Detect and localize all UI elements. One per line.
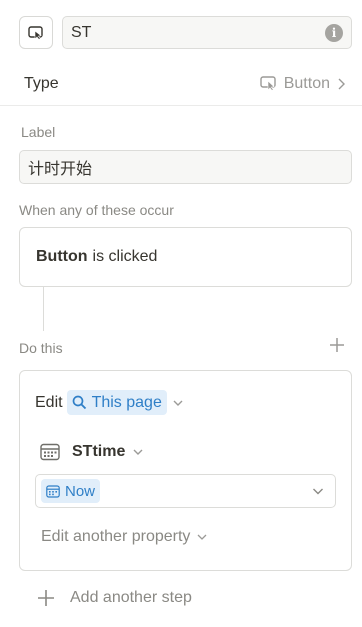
calendar-icon <box>46 484 60 498</box>
button-icon-picker[interactable] <box>19 16 53 49</box>
button-name-input[interactable]: ST i <box>62 16 352 49</box>
calendar-icon <box>40 443 60 461</box>
chevron-down-icon <box>313 488 323 495</box>
trigger-subject: Button <box>36 248 88 265</box>
edit-target-row: Edit This page <box>35 389 185 416</box>
trigger-card[interactable]: Button is clicked <box>19 227 352 287</box>
target-pill[interactable]: This page <box>66 390 167 415</box>
type-label: Type <box>24 74 59 92</box>
info-icon[interactable]: i <box>325 24 343 42</box>
step-connector <box>43 287 44 331</box>
property-name: STtime <box>72 443 126 460</box>
target-label: This page <box>91 393 162 411</box>
plus-icon <box>38 590 54 606</box>
search-icon <box>72 395 86 410</box>
plus-icon <box>330 338 344 352</box>
value-pill: Now <box>41 479 101 503</box>
cursor-click-icon <box>28 25 43 40</box>
label-heading: Label <box>21 124 56 140</box>
chevron-right-icon <box>338 78 345 89</box>
trigger-heading: When any of these occur <box>19 202 174 218</box>
button-name-value: ST <box>71 23 92 41</box>
edit-another-label: Edit another property <box>41 528 191 545</box>
label-input[interactable]: 计时开始 <box>19 150 352 184</box>
trigger-predicate: is clicked <box>92 248 158 265</box>
add-another-step-button[interactable]: Add another step <box>36 585 192 611</box>
type-value-label: Button <box>283 74 330 92</box>
type-row[interactable]: Type Button <box>0 62 362 106</box>
chevron-down-icon <box>133 449 143 455</box>
value-pill-label: Now <box>65 482 96 500</box>
chevron-down-icon[interactable] <box>171 396 185 410</box>
chevron-down-icon <box>197 534 207 540</box>
add-step-label: Add another step <box>70 589 192 606</box>
cursor-click-icon <box>260 76 276 91</box>
edit-another-property-button[interactable]: Edit another property <box>41 526 208 548</box>
action-heading: Do this <box>19 340 63 356</box>
property-row[interactable]: STtime <box>40 440 145 464</box>
label-value: 计时开始 <box>28 159 93 178</box>
type-value[interactable]: Button <box>260 75 346 93</box>
property-value-select[interactable]: Now <box>35 474 336 508</box>
edit-verb: Edit <box>35 393 63 411</box>
add-action-button[interactable] <box>327 336 347 358</box>
